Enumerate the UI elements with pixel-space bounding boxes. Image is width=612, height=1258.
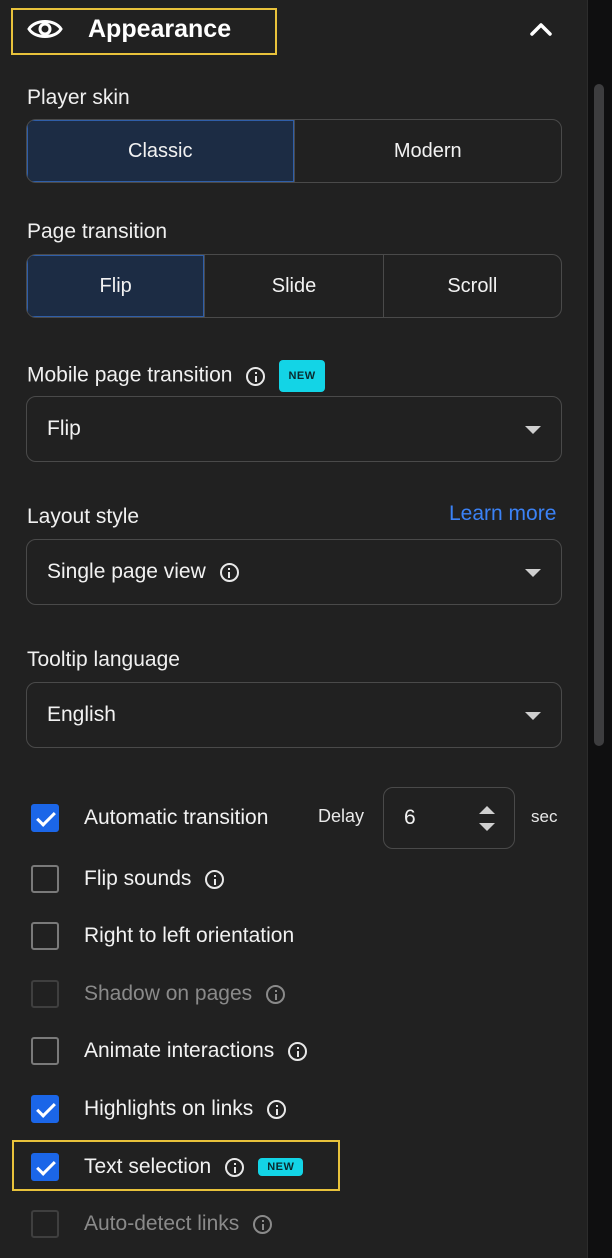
flip-sounds-label: Flip sounds — [84, 867, 192, 890]
text-selection-row: Text selection NEW — [31, 1152, 304, 1182]
caret-down-icon — [525, 712, 541, 720]
mobile-page-transition-row: Mobile page transition NEW — [27, 360, 325, 392]
info-icon[interactable] — [267, 1099, 287, 1119]
page-transition-scroll[interactable]: Scroll — [384, 255, 561, 317]
animate-interactions-checkbox[interactable] — [31, 1037, 59, 1065]
auto-detect-links-row: Auto-detect links — [31, 1209, 273, 1239]
mobile-page-transition-label: Mobile page transition — [27, 363, 233, 387]
decrement-arrow-icon[interactable] — [479, 823, 495, 831]
highlights-on-links-row: Highlights on links — [31, 1094, 287, 1124]
delay-unit: sec — [531, 807, 558, 826]
tooltip-language-label: Tooltip language — [27, 648, 180, 671]
info-icon[interactable] — [253, 1214, 273, 1234]
mobile-page-transition-value: Flip — [47, 417, 81, 440]
player-skin-modern[interactable]: Modern — [295, 120, 562, 182]
scrollbar[interactable] — [594, 84, 604, 746]
automatic-transition-row: Automatic transition — [31, 803, 268, 833]
info-icon[interactable] — [266, 984, 286, 1004]
rtl-orientation-row: Right to left orientation — [31, 921, 294, 951]
animate-interactions-row: Animate interactions — [31, 1036, 308, 1066]
flip-sounds-row: Flip sounds — [31, 864, 225, 894]
layout-style-label: Layout style — [27, 505, 140, 528]
shadow-on-pages-row: Shadow on pages — [31, 979, 286, 1009]
automatic-transition-label: Automatic transition — [84, 806, 269, 829]
caret-down-icon — [525, 569, 541, 577]
text-selection-label: Text selection — [84, 1155, 212, 1178]
automatic-transition-checkbox[interactable] — [31, 804, 59, 832]
layout-style-value: Single page view — [47, 560, 206, 583]
highlights-on-links-label: Highlights on links — [84, 1097, 254, 1120]
info-icon[interactable] — [205, 869, 225, 889]
rtl-orientation-checkbox[interactable] — [31, 922, 59, 950]
text-selection-checkbox[interactable] — [31, 1153, 59, 1181]
new-badge: NEW — [258, 1158, 304, 1176]
auto-detect-links-checkbox — [31, 1210, 59, 1238]
player-skin-label: Player skin — [27, 86, 130, 109]
mobile-page-transition-select[interactable]: Flip — [26, 396, 562, 462]
appearance-panel: Appearance Player skin Classic Modern Pa… — [0, 0, 588, 1258]
caret-down-icon — [525, 426, 541, 434]
info-icon[interactable] — [219, 562, 239, 582]
page-transition-toggle: Flip Slide Scroll — [26, 254, 562, 318]
tooltip-language-value: English — [47, 703, 116, 726]
highlights-on-links-checkbox[interactable] — [31, 1095, 59, 1123]
info-icon[interactable] — [288, 1041, 308, 1061]
page-transition-label: Page transition — [27, 220, 168, 243]
chevron-up-icon[interactable] — [528, 18, 554, 40]
section-title[interactable]: Appearance — [88, 14, 231, 44]
shadow-on-pages-checkbox — [31, 980, 59, 1008]
delay-stepper[interactable]: 6 — [383, 787, 515, 849]
page-transition-slide[interactable]: Slide — [205, 255, 384, 317]
shadow-on-pages-label: Shadow on pages — [84, 982, 253, 1005]
eye-icon — [27, 20, 63, 38]
learn-more-link[interactable]: Learn more — [449, 502, 556, 526]
animate-interactions-label: Animate interactions — [84, 1039, 275, 1062]
info-icon[interactable] — [246, 366, 266, 386]
tooltip-language-select[interactable]: English — [26, 682, 562, 748]
player-skin-toggle: Classic Modern — [26, 119, 562, 183]
info-icon[interactable] — [225, 1157, 245, 1177]
flip-sounds-checkbox[interactable] — [31, 865, 59, 893]
player-skin-classic[interactable]: Classic — [27, 120, 295, 182]
rtl-orientation-label: Right to left orientation — [84, 924, 295, 947]
new-badge: NEW — [279, 360, 325, 392]
page-transition-flip[interactable]: Flip — [27, 255, 206, 317]
increment-arrow-icon[interactable] — [479, 806, 495, 814]
auto-detect-links-label: Auto-detect links — [84, 1212, 240, 1235]
layout-style-select[interactable]: Single page view — [26, 539, 562, 605]
delay-value: 6 — [404, 806, 416, 829]
delay-label: Delay — [318, 806, 365, 826]
